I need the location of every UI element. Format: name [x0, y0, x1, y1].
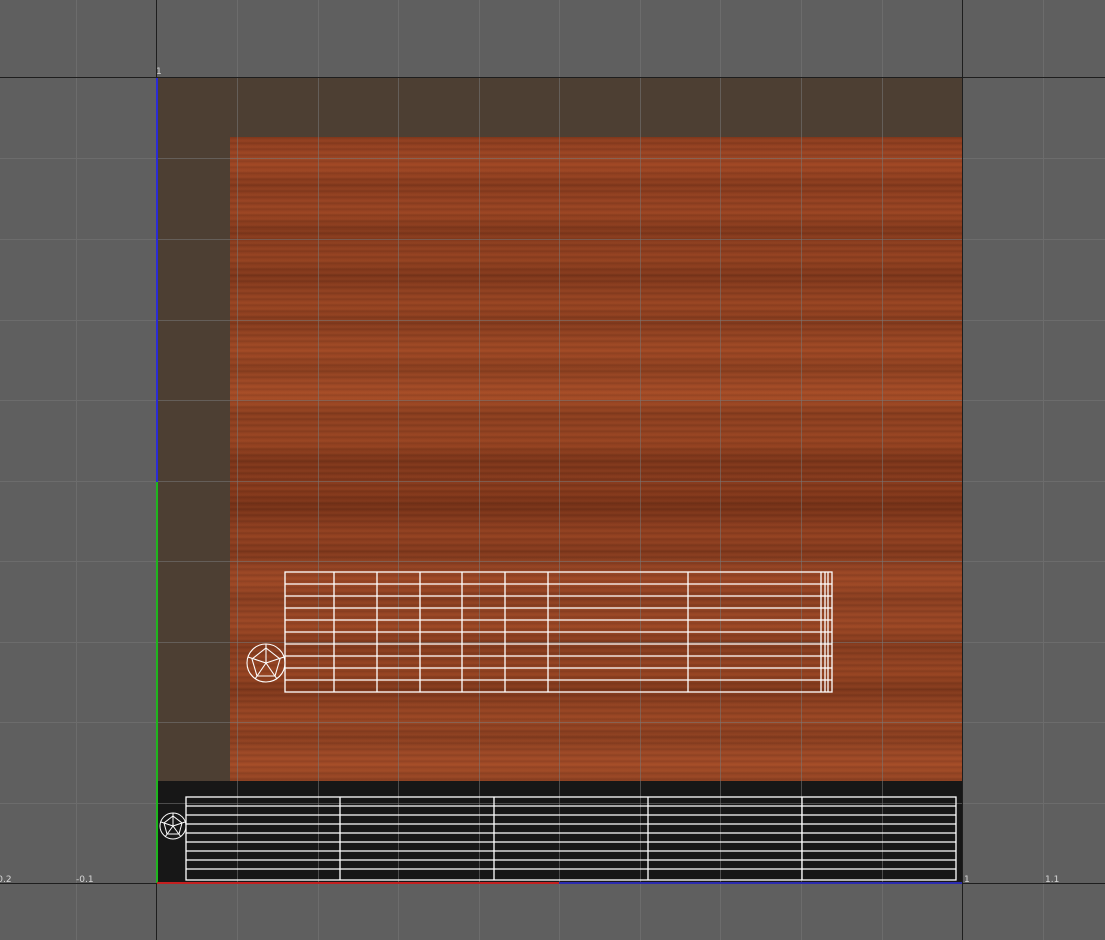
wire-edge	[172, 821, 186, 827]
neck-uv-island[interactable]	[284, 571, 833, 693]
strip-island-outline	[185, 796, 957, 881]
wire-edge	[160, 821, 174, 827]
wire-edge	[247, 656, 267, 664]
uv-editor-viewport[interactable]: 1 -0.2 -0.1 1 1.1	[0, 0, 1105, 940]
wire-edge	[265, 656, 285, 664]
wire-edge	[265, 662, 278, 680]
wire-edge	[254, 662, 267, 680]
gear-wheel-icon[interactable]	[246, 643, 286, 683]
uv-wireframe-layer	[159, 571, 957, 881]
fretboard-strip-uv-island[interactable]	[185, 796, 957, 881]
gear-wheel-icon[interactable]	[159, 812, 187, 840]
